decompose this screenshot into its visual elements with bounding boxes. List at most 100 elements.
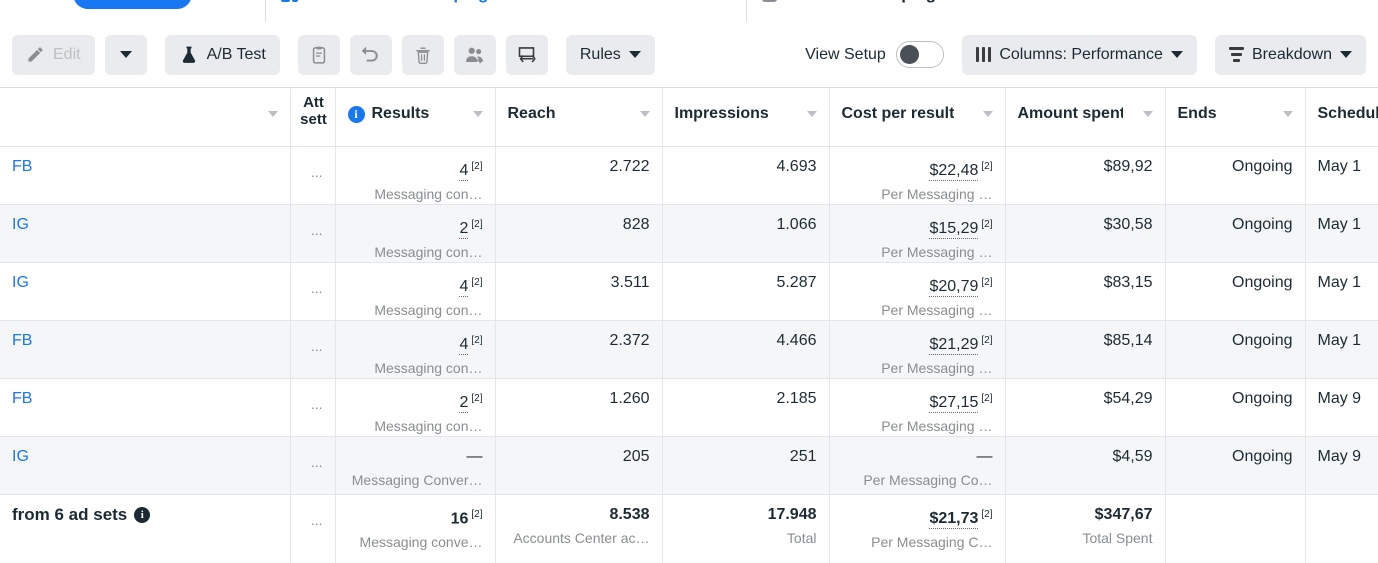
tab-ad-sets[interactable]: Ad Sets for 6 Campaigns bbox=[267, 0, 747, 22]
table-row[interactable]: FB... 2 [2] Messaging con… 1.260 2.185 $27,15[… bbox=[0, 378, 1378, 437]
rules-button[interactable]: Rules bbox=[565, 34, 655, 75]
column-header-reach[interactable]: Reach bbox=[495, 88, 663, 147]
row-results-footnote: [2] bbox=[471, 335, 483, 346]
row-results: 4 [2] Messaging con… bbox=[336, 147, 495, 204]
row-ends: Ongoing bbox=[1232, 158, 1293, 175]
row-attribution: ... bbox=[310, 164, 323, 180]
tab-ads[interactable]: Ads for 6 Campaigns bbox=[748, 0, 1378, 22]
action-toolbar: Edit A/B Test Rules View Setup Columns: … bbox=[0, 22, 1378, 88]
row-cost-per-result-value[interactable]: $22,48 bbox=[929, 162, 979, 182]
column-header-amount-spent-label: Amount spent bbox=[1017, 105, 1123, 122]
undo-button[interactable] bbox=[349, 34, 392, 75]
column-header-schedule[interactable]: Schedule bbox=[1305, 88, 1378, 147]
table-row[interactable]: IG... 2 [2] Messaging con… 828 1.066 $15,29 [2]… bbox=[0, 204, 1378, 263]
column-header-name[interactable] bbox=[0, 88, 291, 147]
totals-cost-per-result-value[interactable]: $21,73 bbox=[929, 510, 979, 530]
row-amount-spent: $54,29 bbox=[1103, 390, 1153, 407]
audience-button[interactable] bbox=[453, 34, 496, 75]
row-amount-spent: $85,14 bbox=[1103, 332, 1153, 349]
view-setup-label: View Setup bbox=[805, 45, 886, 63]
delete-button[interactable] bbox=[401, 34, 444, 75]
row-cost-per-result-value[interactable]: $21,29 bbox=[929, 336, 979, 356]
row-platform-label[interactable]: FB bbox=[0, 379, 290, 436]
row-results-value[interactable]: 4 bbox=[459, 162, 469, 182]
row-platform-label[interactable]: IG bbox=[0, 205, 290, 262]
table-row[interactable]: IG... 4 [2] Messaging con… 3.511 5.287 $20,79[… bbox=[0, 262, 1378, 321]
row-platform-label[interactable]: FB bbox=[0, 321, 290, 378]
table-row[interactable]: IG... — Messaging Conver… 205 251 — Per Messag… bbox=[0, 436, 1378, 495]
chevron-down-icon[interactable] bbox=[1142, 111, 1153, 117]
row-schedule: May 1 bbox=[1317, 274, 1362, 291]
row-results-sublabel: Messaging con… bbox=[374, 360, 483, 377]
row-attribution: ... bbox=[310, 396, 323, 412]
column-header-ends[interactable]: Ends bbox=[1165, 88, 1306, 147]
row-results-value[interactable]: 2 bbox=[459, 220, 469, 240]
close-icon[interactable]: × bbox=[169, 0, 178, 3]
row-reach: 1.260 bbox=[609, 390, 650, 407]
table-row[interactable]: FB... 4 [2] Messaging con… 2.722 4.693 $22,48[… bbox=[0, 146, 1378, 205]
edit-dropdown-button[interactable] bbox=[104, 34, 147, 75]
row-cost-per-result-value[interactable]: $27,15 bbox=[929, 394, 979, 414]
edit-button[interactable]: Edit bbox=[12, 34, 95, 75]
info-icon[interactable]: i bbox=[134, 507, 151, 523]
row-attribution: ... bbox=[310, 454, 323, 470]
row-cost-per-result-footnote: [2] bbox=[981, 277, 993, 288]
row-schedule: May 1 bbox=[1317, 216, 1362, 233]
chevron-down-icon[interactable] bbox=[1282, 111, 1293, 117]
row-results-value[interactable]: 4 bbox=[459, 278, 469, 298]
row-results: 4 [2] Messaging con… bbox=[336, 321, 495, 378]
selection-pill[interactable]: 6 selected × bbox=[72, 0, 193, 9]
row-platform-label[interactable]: IG bbox=[0, 437, 290, 494]
column-header-results[interactable]: i Results bbox=[335, 88, 496, 147]
columns-icon bbox=[975, 47, 992, 62]
totals-results-footnote: [2] bbox=[471, 509, 483, 520]
chevron-down-icon[interactable] bbox=[267, 111, 278, 117]
ab-test-button[interactable]: A/B Test bbox=[164, 34, 280, 75]
breakdown-button[interactable]: Breakdown bbox=[1214, 34, 1366, 75]
chevron-down-icon[interactable] bbox=[982, 111, 993, 117]
info-icon[interactable]: i bbox=[347, 105, 365, 123]
chevron-down-icon bbox=[1170, 51, 1183, 58]
row-results: 2 [2] Messaging con… bbox=[336, 379, 495, 436]
table-header: Att sett i Results Reach Impressions Cos… bbox=[0, 88, 1378, 147]
chevron-down-icon[interactable] bbox=[806, 111, 817, 117]
row-results-sublabel: Messaging con… bbox=[374, 244, 483, 261]
column-header-attribution[interactable]: Att sett bbox=[290, 88, 336, 147]
row-platform-label[interactable]: FB bbox=[0, 147, 290, 204]
totals-cost-per-result-footnote: [2] bbox=[981, 509, 993, 520]
totals-cost-per-result: $21,73 [2] Per Messaging C… bbox=[830, 495, 1005, 563]
column-header-impressions[interactable]: Impressions bbox=[662, 88, 830, 147]
totals-results-value: 16 bbox=[450, 510, 469, 528]
columns-button[interactable]: Columns: Performance bbox=[961, 34, 1197, 75]
totals-results-sublabel: Messaging conve… bbox=[359, 534, 483, 551]
column-header-results-label: Results bbox=[371, 105, 430, 122]
column-header-cost-per-result[interactable]: Cost per result bbox=[829, 88, 1006, 147]
row-results-value[interactable]: 2 bbox=[459, 394, 469, 414]
chevron-down-icon bbox=[119, 51, 132, 58]
duplicate-button[interactable] bbox=[297, 34, 340, 75]
row-cost-per-result-value[interactable]: $20,79 bbox=[929, 278, 979, 298]
tab-ads-label: Ads for 6 Campaigns bbox=[786, 0, 956, 4]
chevron-down-icon[interactable] bbox=[472, 111, 483, 117]
row-cost-per-result-value: — bbox=[976, 448, 993, 465]
row-cost-per-result: $20,79 [2] Per Messaging … bbox=[830, 263, 1005, 320]
column-header-amount-spent[interactable]: Amount spent bbox=[1005, 88, 1166, 147]
chevron-down-icon bbox=[1340, 51, 1352, 58]
row-results-sublabel: Messaging Conver… bbox=[351, 472, 483, 488]
table-row[interactable]: FB... 4 [2] Messaging con… 2.372 4.466 $21,29[… bbox=[0, 320, 1378, 379]
selection-tab-panel: 6 selected × bbox=[0, 0, 266, 22]
row-schedule: May 9 bbox=[1317, 448, 1362, 465]
ad-sets-table-container[interactable]: Att sett i Results Reach Impressions Cos… bbox=[0, 88, 1378, 563]
row-results-value[interactable]: 4 bbox=[459, 336, 469, 356]
edit-button-label: Edit bbox=[53, 45, 81, 63]
row-platform-label[interactable]: IG bbox=[0, 263, 290, 320]
row-results: 2 [2] Messaging con… bbox=[336, 205, 495, 262]
view-setup-toggle[interactable] bbox=[895, 41, 944, 68]
row-cost-per-result: $15,29 [2] Per Messaging … bbox=[830, 205, 1005, 262]
row-cost-per-result-value[interactable]: $15,29 bbox=[929, 220, 979, 240]
export-button[interactable] bbox=[505, 34, 548, 75]
row-attribution: ... bbox=[310, 280, 323, 296]
row-ends: Ongoing bbox=[1232, 332, 1293, 349]
chevron-down-icon[interactable] bbox=[639, 111, 650, 117]
ads-manager-screen: 6 selected × Ad Sets for 6 Campaigns Ads… bbox=[0, 0, 1378, 563]
